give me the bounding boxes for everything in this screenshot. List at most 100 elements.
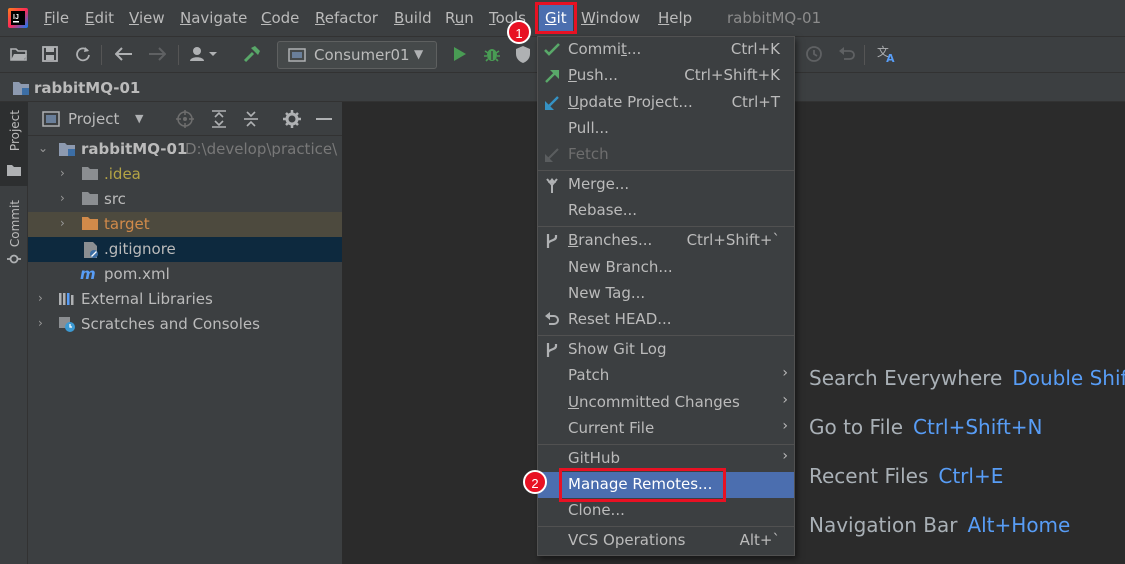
- breadcrumb-project[interactable]: rabbitMQ-01: [34, 79, 140, 97]
- submenu-arrow-icon: ›: [782, 448, 788, 464]
- git-menu-fetch[interactable]: Fetch: [538, 142, 794, 168]
- menu-navigate[interactable]: Navigate: [180, 9, 247, 27]
- module-folder-icon: [12, 80, 30, 100]
- merge-icon: [544, 177, 560, 193]
- git-menu-merge[interactable]: Merge...: [538, 172, 794, 198]
- hint-navigation-bar: Navigation Bar Alt+Home: [809, 513, 1070, 537]
- chevron-right-icon[interactable]: ›: [60, 166, 65, 180]
- coverage-shield-icon[interactable]: [513, 44, 533, 64]
- translate-icon[interactable]: 文A: [877, 44, 897, 64]
- shortcut-label: Ctrl+K: [730, 40, 780, 58]
- minimize-icon[interactable]: [316, 118, 332, 120]
- git-menu-vcs-operations[interactable]: VCS Operations Alt+`: [538, 528, 794, 554]
- tree-item-gitignore[interactable]: .gitignore: [28, 237, 342, 262]
- tree-root-rabbitmq-01[interactable]: ⌄ rabbitMQ-01 D:\develop\practice\: [28, 137, 342, 162]
- git-menu-patch[interactable]: Patch ›: [538, 363, 794, 389]
- run-config-label: Consumer01: [314, 46, 410, 64]
- collapse-all-icon[interactable]: [242, 110, 260, 132]
- svg-text:IJ: IJ: [13, 14, 19, 21]
- git-menu-show-git-log[interactable]: Show Git Log: [538, 337, 794, 363]
- hint-search-everywhere: Search Everywhere Double Shift: [809, 366, 1125, 390]
- menu-build[interactable]: Build: [394, 9, 432, 27]
- menu-run[interactable]: Run: [445, 9, 474, 27]
- menu-code[interactable]: Code: [261, 9, 299, 27]
- open-folder-icon[interactable]: [9, 44, 29, 64]
- chevron-right-icon[interactable]: ›: [38, 316, 43, 330]
- expand-all-icon[interactable]: [210, 110, 228, 132]
- project-panel: Project ▼ ⌄ rabbitMQ-01 D:\develop\pract…: [28, 102, 342, 564]
- git-menu-new-branch[interactable]: New Branch...: [538, 255, 794, 281]
- git-menu-update-project[interactable]: Update Project... Ctrl+T: [538, 90, 794, 116]
- forward-arrow-icon[interactable]: [147, 44, 167, 64]
- chevron-right-icon[interactable]: ›: [60, 216, 65, 230]
- commit-tool-tab[interactable]: Commit: [0, 194, 28, 274]
- back-arrow-icon[interactable]: [114, 44, 134, 64]
- project-view-selector[interactable]: Project: [68, 110, 119, 128]
- tree-item-pom[interactable]: m pom.xml: [28, 262, 342, 287]
- git-menu-current-file[interactable]: Current File ›: [538, 416, 794, 442]
- rollback-icon[interactable]: [837, 44, 857, 64]
- menu-separator: [538, 170, 794, 171]
- shortcut-label: Ctrl+Shift+K: [684, 66, 780, 84]
- folder-icon: [81, 191, 99, 207]
- annotation-step-badge: 1: [507, 20, 531, 44]
- git-menu-rebase[interactable]: Rebase...: [538, 198, 794, 224]
- run-configuration-dropdown[interactable]: Consumer01 ▼: [277, 41, 437, 69]
- fetch-arrow-icon: [544, 147, 560, 163]
- git-menu-uncommitted-changes[interactable]: Uncommitted Changes ›: [538, 390, 794, 416]
- update-arrow-icon: [544, 95, 560, 111]
- tree-item-src[interactable]: › src: [28, 187, 342, 212]
- build-hammer-icon[interactable]: [242, 44, 262, 64]
- vcs-user-icon[interactable]: [188, 44, 220, 64]
- git-menu-commit[interactable]: Commit... Ctrl+K: [538, 37, 794, 63]
- commit-node-icon: [7, 252, 21, 270]
- hint-shortcut: Double Shift: [1012, 366, 1125, 390]
- tree-item-label: .idea: [104, 165, 141, 183]
- locate-target-icon[interactable]: [176, 110, 194, 132]
- tree-item-scratches[interactable]: › Scratches and Consoles: [28, 312, 342, 337]
- menu-refactor[interactable]: Refactor: [315, 9, 378, 27]
- annotation-highlight-git-menu: [535, 2, 577, 34]
- debug-bug-icon[interactable]: [482, 44, 502, 64]
- chevron-down-icon[interactable]: ⌄: [38, 141, 48, 155]
- annotation-highlight-manage-remotes: [559, 468, 726, 502]
- menu-separator: [538, 444, 794, 445]
- git-menu-reset-head[interactable]: Reset HEAD...: [538, 307, 794, 333]
- project-tool-tab[interactable]: Project: [0, 102, 28, 186]
- git-menu-branches[interactable]: Branches... Ctrl+Shift+`: [538, 228, 794, 254]
- push-arrow-icon: [544, 68, 560, 84]
- window-title: rabbitMQ-01: [727, 9, 822, 27]
- tree-item-external-libraries[interactable]: › External Libraries: [28, 287, 342, 312]
- submenu-arrow-icon: ›: [782, 418, 788, 434]
- ignore-file-icon: [83, 241, 101, 258]
- menu-edit[interactable]: Edit: [85, 9, 114, 27]
- history-clock-icon[interactable]: [804, 44, 824, 64]
- menu-window[interactable]: Window: [581, 9, 640, 27]
- chevron-right-icon[interactable]: ›: [60, 191, 65, 205]
- save-icon[interactable]: [40, 44, 60, 64]
- gear-icon[interactable]: [283, 110, 301, 132]
- folder-icon: [81, 166, 99, 182]
- chevron-down-icon[interactable]: ▼: [135, 112, 143, 125]
- git-menu-new-tag[interactable]: New Tag...: [538, 281, 794, 307]
- tree-item-target[interactable]: › target: [28, 212, 342, 237]
- menu-file[interactable]: File: [44, 9, 69, 27]
- hint-label: Recent Files: [809, 464, 929, 488]
- toolbar-separator: [101, 45, 102, 65]
- chevron-down-icon: ▼: [414, 47, 424, 61]
- tree-item-label: .gitignore: [104, 240, 176, 258]
- refresh-icon[interactable]: [73, 44, 93, 64]
- tree-item-label: External Libraries: [81, 290, 213, 308]
- hint-label: Go to File: [809, 415, 903, 439]
- branch-icon: [544, 233, 560, 249]
- menu-view[interactable]: View: [129, 9, 165, 27]
- run-icon[interactable]: [450, 44, 470, 64]
- menu-separator: [538, 226, 794, 227]
- hint-shortcut: Ctrl+E: [938, 464, 1004, 488]
- menu-help[interactable]: Help: [658, 9, 692, 27]
- git-menu-push[interactable]: Push... Ctrl+Shift+K: [538, 63, 794, 89]
- project-panel-header: Project ▼: [28, 102, 342, 136]
- tree-item-idea[interactable]: › .idea: [28, 162, 342, 187]
- git-menu-pull[interactable]: Pull...: [538, 116, 794, 142]
- chevron-right-icon[interactable]: ›: [38, 291, 43, 305]
